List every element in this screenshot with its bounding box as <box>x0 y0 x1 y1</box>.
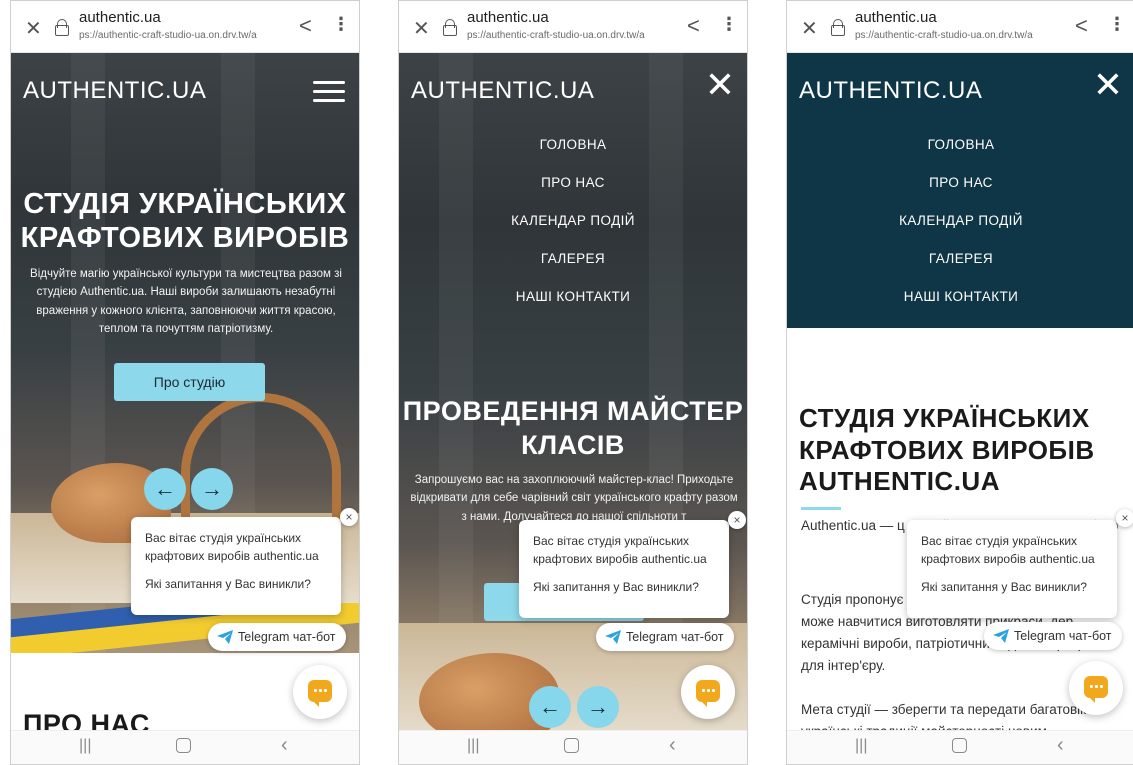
chat-icon <box>696 680 720 707</box>
lock-icon[interactable] <box>443 19 457 36</box>
more-vert-icon[interactable]: ⋮ <box>1108 14 1126 35</box>
telegram-chatbot-button[interactable]: Telegram чат-бот <box>984 622 1122 650</box>
telegram-label: Telegram чат-бот <box>238 630 336 644</box>
browser-domain[interactable]: authentic.ua <box>79 9 161 26</box>
menu-panel: AUTHENTIC.UA ✕ ГОЛОВНА ПРО НАС КАЛЕНДАР … <box>787 53 1133 328</box>
more-vert-icon[interactable]: ⋮ <box>332 14 350 35</box>
recent-apps-icon[interactable]: ||| <box>855 737 867 755</box>
menu-item-home[interactable]: ГОЛОВНА <box>399 135 747 173</box>
slider-prev-arrow-icon[interactable]: ← <box>144 468 186 510</box>
lock-icon[interactable] <box>831 19 845 36</box>
slider-next-arrow-icon[interactable]: → <box>191 468 233 510</box>
system-nav-bar: ||| ‹ <box>399 730 747 764</box>
nav-menu: ГОЛОВНА ПРО НАС КАЛЕНДАР ПОДІЙ ГАЛЕРЕЯ Н… <box>399 135 747 325</box>
chat-fab[interactable] <box>1069 661 1123 715</box>
close-menu-icon[interactable]: ✕ <box>1093 67 1123 103</box>
menu-item-about[interactable]: ПРО НАС <box>399 173 747 211</box>
slider-next-arrow-icon[interactable]: → <box>577 686 619 728</box>
recent-apps-icon[interactable]: ||| <box>467 737 479 755</box>
telegram-icon <box>993 629 1009 643</box>
share-icon[interactable]: < <box>299 13 312 39</box>
browser-url-bar: ✕ authentic.ua ps://authentic-craft-stud… <box>11 1 359 53</box>
recent-apps-icon[interactable]: ||| <box>79 737 91 755</box>
chat-greeting: Вас вітає студія українських крафтових в… <box>533 534 707 566</box>
phone-screen-menu-open: ✕ authentic.ua ps://authentic-craft-stud… <box>398 0 748 765</box>
chat-icon <box>308 680 332 707</box>
browser-url-bar: ✕ authentic.ua ps://authentic-craft-stud… <box>399 1 747 53</box>
site-logo[interactable]: AUTHENTIC.UA <box>799 77 982 105</box>
menu-item-gallery[interactable]: ГАЛЕРЕЯ <box>787 249 1133 287</box>
telegram-icon <box>605 630 621 644</box>
browser-domain[interactable]: authentic.ua <box>855 9 937 26</box>
chat-icon <box>1084 676 1108 703</box>
chat-question: Які запитання у Вас виникли? <box>533 580 699 594</box>
slider-prev-arrow-icon[interactable]: ← <box>529 686 571 728</box>
more-vert-icon[interactable]: ⋮ <box>720 14 738 35</box>
hero-description: Відчуйте магію української культури та м… <box>30 268 342 336</box>
close-tab-icon[interactable]: ✕ <box>413 16 430 41</box>
site-logo[interactable]: AUTHENTIC.UA <box>23 77 206 105</box>
back-icon[interactable]: ‹ <box>1057 734 1064 757</box>
browser-url[interactable]: ps://authentic-craft-studio-ua.on.drv.tw… <box>855 30 1060 41</box>
chat-close-icon[interactable]: × <box>340 508 358 526</box>
chat-popup[interactable]: Вас вітає студія українських крафтових в… <box>131 517 341 615</box>
chat-close-icon[interactable]: × <box>1116 509 1133 527</box>
page-title: СТУДІЯ УКРАЇНСЬКИХ КРАФТОВИХ ВИРОБІВ AUT… <box>799 403 1095 497</box>
home-icon[interactable] <box>176 738 191 753</box>
telegram-label: Telegram чат-бот <box>1014 629 1112 643</box>
chat-popup[interactable]: Вас вітає студія українських крафтових в… <box>907 520 1117 618</box>
browser-domain[interactable]: authentic.ua <box>467 9 549 26</box>
nav-menu: ГОЛОВНА ПРО НАС КАЛЕНДАР ПОДІЙ ГАЛЕРЕЯ Н… <box>787 135 1133 325</box>
back-icon[interactable]: ‹ <box>669 734 676 757</box>
system-nav-bar: ||| ‹ <box>11 730 359 764</box>
chat-question: Які запитання у Вас виникли? <box>921 580 1087 594</box>
share-icon[interactable]: < <box>1075 13 1088 39</box>
telegram-icon <box>217 630 233 644</box>
menu-item-about[interactable]: ПРО НАС <box>787 173 1133 211</box>
title-accent-line <box>801 507 841 510</box>
chat-question: Які запитання у Вас виникли? <box>145 577 311 591</box>
phone-screen-home: ✕ authentic.ua ps://authentic-craft-stud… <box>10 0 360 765</box>
menu-item-contacts[interactable]: НАШІ КОНТАКТИ <box>399 287 747 325</box>
chat-fab[interactable] <box>681 665 735 719</box>
menu-item-calendar[interactable]: КАЛЕНДАР ПОДІЙ <box>399 211 747 249</box>
close-tab-icon[interactable]: ✕ <box>25 16 42 41</box>
back-icon[interactable]: ‹ <box>281 734 288 757</box>
chat-close-icon[interactable]: × <box>728 511 746 529</box>
close-tab-icon[interactable]: ✕ <box>801 16 818 41</box>
system-nav-bar: ||| ‹ <box>787 730 1133 764</box>
home-icon[interactable] <box>952 738 967 753</box>
chat-greeting: Вас вітає студія українських крафтових в… <box>145 531 319 563</box>
hero-description: Запрошуємо вас на захоплюючий майстер-кл… <box>410 474 738 523</box>
chat-greeting: Вас вітає студія українських крафтових в… <box>921 534 1095 566</box>
about-studio-button[interactable]: Про студію <box>114 363 265 401</box>
menu-item-contacts[interactable]: НАШІ КОНТАКТИ <box>787 287 1133 325</box>
menu-item-gallery[interactable]: ГАЛЕРЕЯ <box>399 249 747 287</box>
hero-title: ПРОВЕДЕННЯ МАЙСТЕР КЛАСІВ <box>402 396 744 460</box>
hero-title: СТУДІЯ УКРАЇНСЬКИХ КРАФТОВИХ ВИРОБІВ <box>20 188 350 254</box>
menu-item-home[interactable]: ГОЛОВНА <box>787 135 1133 173</box>
telegram-chatbot-button[interactable]: Telegram чат-бот <box>596 623 734 651</box>
chat-fab[interactable] <box>293 665 347 719</box>
home-icon[interactable] <box>564 738 579 753</box>
browser-url-bar: ✕ authentic.ua ps://authentic-craft-stud… <box>787 1 1133 53</box>
close-menu-icon[interactable]: ✕ <box>705 67 735 103</box>
hamburger-icon[interactable] <box>313 81 345 103</box>
telegram-chatbot-button[interactable]: Telegram чат-бот <box>208 623 346 651</box>
telegram-label: Telegram чат-бот <box>626 630 724 644</box>
phone-screen-menu-scrolled: ✕ authentic.ua ps://authentic-craft-stud… <box>786 0 1133 765</box>
lock-icon[interactable] <box>55 19 69 36</box>
browser-url[interactable]: ps://authentic-craft-studio-ua.on.drv.tw… <box>79 30 284 41</box>
menu-item-calendar[interactable]: КАЛЕНДАР ПОДІЙ <box>787 211 1133 249</box>
browser-url[interactable]: ps://authentic-craft-studio-ua.on.drv.tw… <box>467 30 672 41</box>
chat-popup[interactable]: Вас вітає студія українських крафтових в… <box>519 520 729 618</box>
site-logo[interactable]: AUTHENTIC.UA <box>411 77 594 105</box>
share-icon[interactable]: < <box>687 13 700 39</box>
